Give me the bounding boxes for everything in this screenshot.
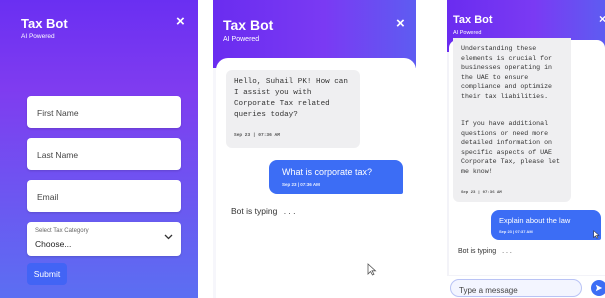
message-input[interactable] [457,282,579,298]
bot-message-time: Sep 23 | 07:36 AM [234,133,280,138]
message-field[interactable] [450,279,582,298]
chat-panel-1: Tax Bot AI Powered × Hello, Suhail PK! H… [213,0,416,298]
typing-dots: . . . [283,206,296,216]
typing-text: Bot is typing [231,206,278,216]
bot-message-bubble: Hello, Suhail PK! How can I assist you w… [226,70,360,148]
bot-message-time: Sep 23 | 07:36 AM [461,191,502,195]
chat-body: Hello, Suhail PK! How can I assist you w… [216,58,416,298]
message-input-bar [447,276,605,298]
close-icon[interactable]: × [396,16,405,31]
typing-indicator: Bot is typing . . . [458,248,512,255]
mouse-cursor-icon [367,263,377,281]
last-name-field[interactable] [27,138,181,172]
app-subtitle: AI Powered [223,36,260,43]
user-message-time: Sep 23 | 07:36 AM [282,182,320,187]
user-message-bubble: What is corporate tax? Sep 23 | 07:36 AM [269,160,403,194]
typing-text: Bot is typing [458,248,497,255]
user-message-text: Explain about the law [499,216,571,225]
chat-panel-2: Tax Bot AI Powered × Understanding these… [447,0,605,298]
select-value: Choose... [35,239,72,249]
first-name-field[interactable] [27,96,181,130]
user-message-time: Sep 23 | 07:37 AM [499,229,533,234]
first-name-input[interactable] [35,96,179,130]
email-input[interactable] [35,180,179,214]
app-subtitle: AI Powered [21,33,55,40]
user-message-text: What is corporate tax? [282,167,373,177]
send-button[interactable] [591,280,605,296]
select-label: Select Tax Category [35,228,89,234]
bot-message-text: Hello, Suhail PK! How can I assist you w… [234,78,348,119]
mouse-cursor-icon [593,226,600,244]
submit-button[interactable]: Submit [27,263,67,285]
send-icon [595,284,603,292]
typing-dots: . . . [502,248,512,255]
app-title: Tax Bot [223,17,274,33]
form-panel: Tax Bot AI Powered × Select Tax Category… [0,0,198,298]
chat-body: Understanding these elements is crucial … [449,38,605,275]
last-name-input[interactable] [35,138,179,172]
app-title: Tax Bot [21,16,68,31]
chevron-down-icon[interactable] [164,232,173,242]
bot-message-bubble: Understanding these elements is crucial … [453,38,571,202]
bot-message-part-2: If you have additional questions or need… [461,120,560,175]
tax-category-select[interactable]: Select Tax Category Choose... [27,222,181,256]
app-title: Tax Bot [453,14,493,26]
user-message-bubble: Explain about the law Sep 23 | 07:37 AM [491,210,601,240]
close-icon[interactable]: × [599,13,605,25]
typing-indicator: Bot is typing . . . [231,206,296,216]
close-icon[interactable]: × [176,14,185,29]
bot-message-part-1: Understanding these elements is crucial … [461,45,553,100]
app-subtitle: AI Powered [453,30,482,36]
email-field[interactable] [27,180,181,214]
